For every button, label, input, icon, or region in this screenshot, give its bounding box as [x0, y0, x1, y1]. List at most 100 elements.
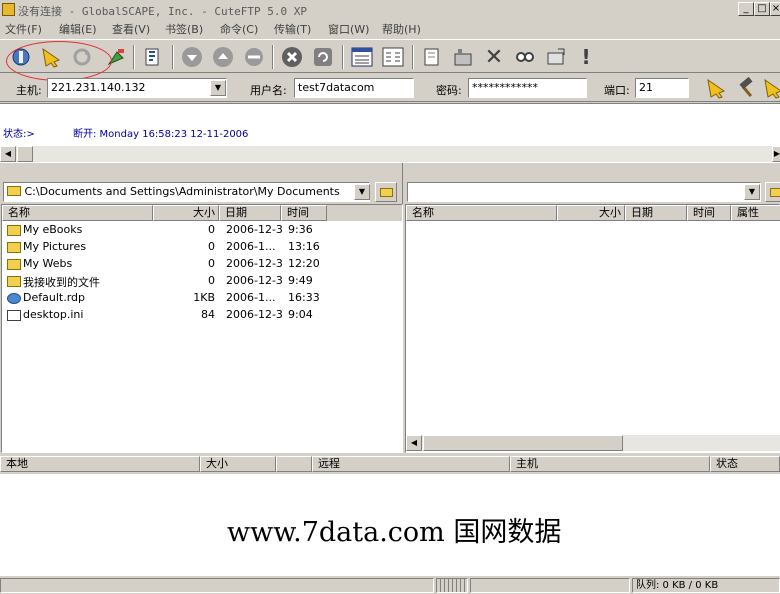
view-details-icon[interactable]: [379, 43, 407, 71]
close-window-button[interactable]: ×: [770, 2, 780, 16]
remote-col-time[interactable]: 时间: [687, 205, 731, 221]
quick-connect-bar: 主机: 221.231.140.132 ▼ 用户名: test7datacom …: [0, 74, 780, 102]
file-name: Default.rdp: [23, 291, 85, 304]
folder-icon: [7, 186, 21, 196]
scroll-thumb[interactable]: [17, 146, 33, 162]
status-panel-progress: [436, 578, 468, 593]
queue-col-local[interactable]: 本地: [0, 456, 200, 472]
queue-col-host[interactable]: 主机: [510, 456, 710, 472]
file-time: 9:04: [288, 308, 313, 321]
host-value: 221.231.140.132: [51, 81, 146, 94]
menu-bookmarks[interactable]: 书签(B): [165, 21, 203, 37]
file-row[interactable]: 我接收到的文件 0 2006-12-3 9:49: [2, 273, 402, 290]
file-date: 2006-12-3: [226, 274, 282, 287]
local-col-size[interactable]: 大小: [153, 205, 219, 221]
menu-view[interactable]: 查看(V): [112, 21, 150, 37]
file-row[interactable]: My Webs 0 2006-12-3 12:20: [2, 256, 402, 273]
title-bar: 没有连接 - GlobalSCAPE, Inc. - CuteFTP 5.0 X…: [0, 0, 780, 19]
local-path-dropdown[interactable]: ▼: [354, 184, 370, 200]
file-size: 0: [208, 223, 215, 236]
new-folder-icon[interactable]: [542, 43, 570, 71]
remote-col-name[interactable]: 名称: [406, 205, 557, 221]
scroll-left-button[interactable]: ◀: [0, 146, 16, 162]
cuteftp-window: 没有连接 - GlobalSCAPE, Inc. - CuteFTP 5.0 X…: [0, 0, 780, 594]
file-time: 9:36: [288, 223, 313, 236]
delete-icon[interactable]: ✕: [480, 43, 508, 71]
toolbar-separator: [412, 45, 414, 69]
file-row[interactable]: desktop.ini 84 2006-12-3 9:04: [2, 307, 402, 324]
view-list-icon[interactable]: [348, 43, 376, 71]
local-up-folder-button[interactable]: [375, 182, 397, 202]
queue-col-size[interactable]: 大小: [200, 456, 276, 472]
file-size: 0: [208, 257, 215, 270]
folder-icon: [7, 276, 21, 287]
transfer-icon[interactable]: [240, 43, 268, 71]
queue-size-status: 队列: 0 KB / 0 KB: [632, 578, 780, 593]
menu-commands[interactable]: 命令(C): [220, 21, 258, 37]
file-date: 2006-12-3: [226, 223, 282, 236]
scroll-right-button[interactable]: ▶: [772, 146, 780, 162]
file-time: 13:16: [288, 240, 320, 253]
file-date: 2006-1...: [226, 291, 276, 304]
file-name: desktop.ini: [23, 308, 84, 321]
file-row[interactable]: Default.rdp 1KB 2006-1... 16:33: [2, 290, 402, 307]
menu-edit[interactable]: 编辑(E): [59, 21, 97, 37]
host-dropdown-button[interactable]: ▼: [210, 80, 226, 96]
connect-tool-icon[interactable]: [762, 74, 780, 102]
toolbar-separator: [172, 45, 174, 69]
file-time: 16:33: [288, 291, 320, 304]
log-horizontal-scrollbar[interactable]: ◀ ▶: [0, 146, 780, 162]
properties-icon[interactable]: !: [572, 43, 600, 71]
file-row[interactable]: My eBooks 0 2006-12-3 9:36: [2, 222, 402, 239]
remote-col-attributes[interactable]: 属性: [731, 205, 780, 221]
quick-connect-go-icon[interactable]: [702, 74, 730, 102]
stop-icon[interactable]: [278, 43, 306, 71]
password-label: 密码:: [436, 84, 462, 97]
password-input[interactable]: ************: [468, 78, 587, 98]
remote-up-folder-button[interactable]: [765, 182, 780, 202]
toolbar-separator: [342, 45, 344, 69]
local-col-time[interactable]: 时间: [281, 205, 327, 221]
remote-col-date[interactable]: 日期: [625, 205, 687, 221]
scroll-thumb[interactable]: [423, 435, 623, 451]
file-date: 2006-1...: [226, 240, 276, 253]
queue-col-remote[interactable]: 远程: [312, 456, 510, 472]
edit-file-icon[interactable]: [418, 43, 446, 71]
queue-col-status[interactable]: 状态: [710, 456, 780, 472]
menu-transfer[interactable]: 传输(T): [274, 21, 311, 37]
port-label: 端口:: [604, 84, 630, 97]
maximize-button[interactable]: □: [754, 2, 770, 16]
local-col-name[interactable]: 名称: [2, 205, 153, 221]
remote-horizontal-scrollbar[interactable]: ◀: [406, 435, 780, 451]
queue-col-spacer: [276, 456, 312, 472]
folder-icon: [7, 242, 21, 253]
menu-file[interactable]: 文件(F): [5, 21, 42, 37]
scroll-left-button[interactable]: ◀: [406, 435, 422, 451]
remote-path-dropdown[interactable]: ▼: [744, 184, 760, 200]
chmod-icon[interactable]: [449, 43, 477, 71]
host-input[interactable]: 221.231.140.132: [47, 78, 227, 98]
menu-bar: 文件(F) 编辑(E) 查看(V) 书签(B) 命令(C) 传输(T) 窗口(W…: [0, 19, 780, 38]
download-icon[interactable]: [178, 43, 206, 71]
remote-path-box[interactable]: [407, 182, 761, 202]
hammer-icon[interactable]: [733, 74, 761, 102]
upload-icon[interactable]: [209, 43, 237, 71]
toolbar-separator: [133, 45, 135, 69]
ini-file-icon: [7, 310, 21, 321]
remote-file-list: 名称 大小 日期 时间 属性 ◀: [405, 204, 780, 453]
status-bar: 队列: 0 KB / 0 KB: [0, 576, 780, 594]
local-col-date[interactable]: 日期: [219, 205, 281, 221]
file-row[interactable]: My Pictures 0 2006-1... 13:16: [2, 239, 402, 256]
menu-help[interactable]: 帮助(H): [382, 21, 421, 37]
file-size: 1KB: [193, 291, 215, 304]
refresh-icon[interactable]: [309, 43, 337, 71]
minimize-button[interactable]: _: [738, 2, 754, 16]
main-toolbar: ✕ !: [0, 39, 780, 73]
view-file-icon[interactable]: [511, 43, 539, 71]
menu-window[interactable]: 窗口(W): [328, 21, 369, 37]
user-input[interactable]: test7datacom: [294, 78, 414, 98]
macro-icon[interactable]: [138, 43, 166, 71]
port-input[interactable]: 21: [635, 78, 689, 98]
local-path-box[interactable]: C:\Documents and Settings\Administrator\…: [3, 182, 370, 202]
remote-col-size[interactable]: 大小: [557, 205, 625, 221]
